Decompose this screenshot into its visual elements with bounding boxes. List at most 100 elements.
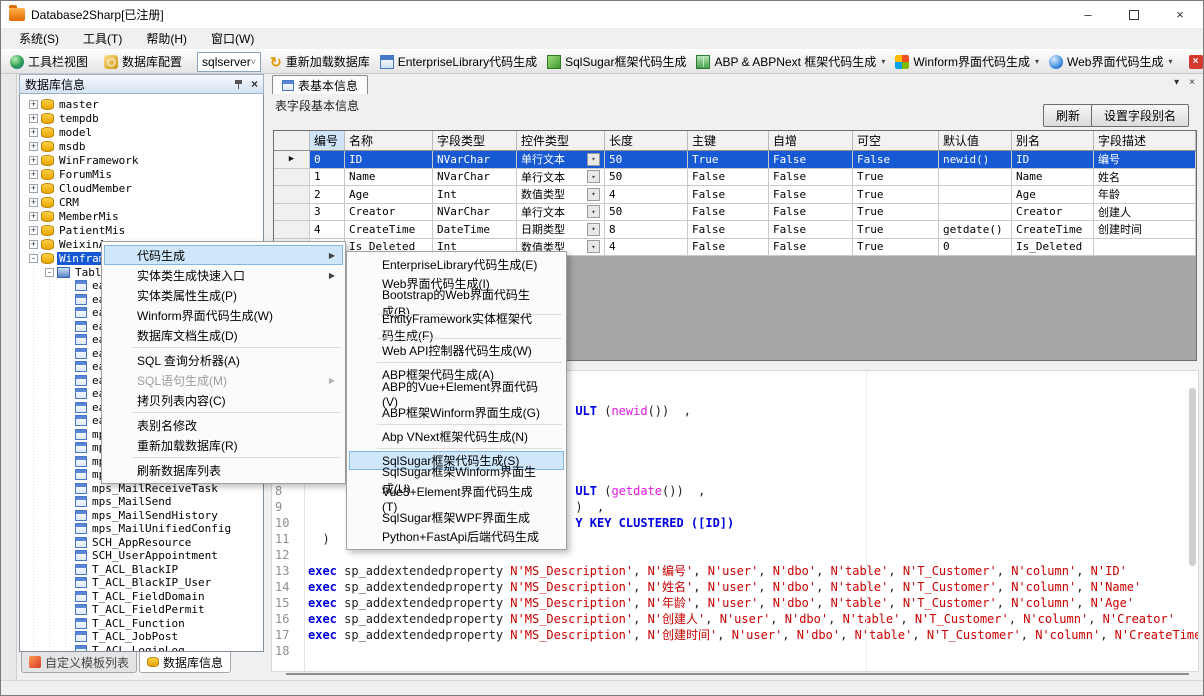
grid-header[interactable]: 自增 <box>769 131 853 150</box>
submenu-item[interactable]: EntityFramework实体框架代码生成(F) ▶ <box>349 317 564 336</box>
context-menu-item[interactable]: Winform界面代码生成(W) ▶ <box>104 305 343 325</box>
tree-expander[interactable]: + <box>29 156 38 165</box>
tree-expander[interactable]: + <box>29 184 38 193</box>
tree-item-table[interactable]: T_ACL_LoginLog <box>20 644 263 653</box>
tree-item-table[interactable]: T_ACL_FieldDomain <box>20 590 263 604</box>
db-type-select[interactable]: sqlserver ˅ <box>197 52 261 72</box>
tree-item-database[interactable]: + MemberMis <box>20 209 263 223</box>
tree-item-database[interactable]: + master <box>20 97 263 111</box>
tree-expander[interactable]: + <box>29 114 38 123</box>
tree-item-database[interactable]: + CloudMember <box>20 181 263 195</box>
grid-row[interactable]: ▶ 1 Name NVarChar 单行文本▾ 50 False False T… <box>274 169 1196 187</box>
tree-item-database[interactable]: + WinFramework <box>20 153 263 167</box>
tab-close-icon[interactable]: × <box>1189 77 1195 88</box>
grid-header[interactable]: 主键 <box>688 131 769 150</box>
tree-expander[interactable]: + <box>29 128 38 137</box>
db-config-button[interactable]: 数据库配置 <box>99 51 187 73</box>
tree-expander[interactable]: + <box>29 198 38 207</box>
submenu-item[interactable]: ▶ <box>377 424 562 425</box>
tree-item-table[interactable]: SCH_UserAppointment <box>20 549 263 563</box>
tree-item-table[interactable]: T_ACL_BlackIP <box>20 563 263 577</box>
tree-item-table[interactable]: T_ACL_JobPost <box>20 630 263 644</box>
context-menu-item[interactable]: SQL语句生成(M) ▶ <box>104 370 343 390</box>
tree-expander[interactable]: - <box>45 268 54 277</box>
grid-row[interactable]: ▶ 4 CreateTime DateTime 日期类型▾ 8 False Fa… <box>274 221 1196 239</box>
web-codegen-button[interactable]: Web界面代码生成 ▾ <box>1044 51 1177 73</box>
submenu-item[interactable]: ABP的Vue+Element界面代码(V) ▶ <box>349 384 564 403</box>
context-menu-item[interactable]: ▶ <box>132 412 341 413</box>
menu-item[interactable]: 帮助(H) <box>134 29 199 49</box>
tree-item-database[interactable]: + msdb <box>20 139 263 153</box>
menu-item[interactable]: 系统(S) <box>7 29 71 49</box>
tree-item-database[interactable]: + tempdb <box>20 111 263 125</box>
context-menu-item[interactable]: SQL 查询分析器(A) ▶ <box>104 350 343 370</box>
grid-header[interactable]: 字段类型 <box>433 131 517 150</box>
tree-item-table[interactable]: T_ACL_FieldPermit <box>20 603 263 617</box>
row-selector[interactable]: ▶ <box>274 151 310 168</box>
row-selector[interactable]: ▶ <box>274 204 310 221</box>
tab-list-dropdown-icon[interactable]: ▾ <box>1174 77 1179 88</box>
grid-header[interactable]: 控件类型 <box>517 131 605 150</box>
tab-database-info[interactable]: 数据库信息 <box>139 652 231 673</box>
submenu-item[interactable]: Abp VNext框架代码生成(N) ▶ <box>349 427 564 446</box>
context-menu-item[interactable]: 实体类生成快速入口 ▶ <box>104 265 343 285</box>
context-menu-item[interactable]: 实体类属性生成(P) ▶ <box>104 285 343 305</box>
tree-item-database[interactable]: + ForumMis <box>20 167 263 181</box>
context-menu-item[interactable]: 刷新数据库列表 ▶ <box>104 460 343 480</box>
tab-table-basic-info[interactable]: 表基本信息 <box>272 75 368 94</box>
row-selector[interactable]: ▶ <box>274 169 310 186</box>
minimize-button[interactable]: – <box>1065 1 1111 29</box>
submenu-item[interactable]: Web API控制器代码生成(W) ▶ <box>349 341 564 360</box>
tree-expander[interactable]: + <box>29 100 38 109</box>
tree-item-database[interactable]: + CRM <box>20 195 263 209</box>
tree-item-database[interactable]: + PatientMis <box>20 223 263 237</box>
maximize-button[interactable] <box>1111 1 1157 29</box>
tree-expander[interactable]: + <box>29 226 38 235</box>
grid-row[interactable]: ▶ 3 Creator NVarChar 单行文本▾ 50 False Fals… <box>274 204 1196 222</box>
winform-codegen-button[interactable]: Winform界面代码生成 ▾ <box>890 51 1044 73</box>
context-menu-item[interactable]: ▶ <box>132 347 341 348</box>
toolbar-view-button[interactable]: 工具栏视图 <box>5 51 93 73</box>
tree-item-table[interactable]: mps_MailSendHistory <box>20 509 263 523</box>
control-type-dropdown[interactable]: ▾ <box>587 223 600 236</box>
exit-button[interactable]: × 退出 <box>1184 51 1204 73</box>
submenu-item[interactable]: SqlSugar框架WPF界面生成 ▶ <box>349 508 564 527</box>
control-type-dropdown[interactable]: ▾ <box>587 240 600 253</box>
tree-item-table[interactable]: T_ACL_Function <box>20 617 263 631</box>
row-selector[interactable]: ▶ <box>274 221 310 238</box>
submenu-item[interactable]: ▶ <box>377 338 562 339</box>
context-menu-item[interactable]: 重新加载数据库(R) ▶ <box>104 435 343 455</box>
row-selector[interactable]: ▶ <box>274 186 310 203</box>
grid-row[interactable]: ▶ 0 ID NVarChar 单行文本▾ 50 True False Fals… <box>274 151 1196 169</box>
menu-item[interactable]: 窗口(W) <box>199 29 266 49</box>
submenu-item[interactable]: EnterpriseLibrary代码生成(E) ▶ <box>349 255 564 274</box>
tree-item-table[interactable]: SCH_AppResource <box>20 536 263 550</box>
grid-header[interactable]: 编号 <box>310 131 345 150</box>
tree-expander[interactable]: + <box>29 170 38 179</box>
context-menu-item[interactable]: 数据库文档生成(D) ▶ <box>104 325 343 345</box>
tree-expander[interactable]: + <box>29 240 38 249</box>
set-field-alias-button[interactable]: 设置字段别名 <box>1091 104 1189 127</box>
grid-header[interactable]: 字段描述 <box>1094 131 1196 150</box>
submenu-item[interactable]: Vue3+Element界面代码生成(T) ▶ <box>349 489 564 508</box>
tree-expander[interactable]: - <box>29 254 38 263</box>
submenu-item[interactable]: ABP框架Winform界面生成(G) ▶ <box>349 403 564 422</box>
submenu-item[interactable]: ▶ <box>377 362 562 363</box>
grid-header[interactable]: 别名 <box>1012 131 1094 150</box>
tree-item-table[interactable]: T_ACL_BlackIP_User <box>20 576 263 590</box>
tree-item-database[interactable]: + model <box>20 125 263 139</box>
context-menu-item[interactable]: 表别名修改 ▶ <box>104 415 343 435</box>
grid-header[interactable]: 名称 <box>345 131 433 150</box>
context-menu-item[interactable]: 拷贝列表内容(C) ▶ <box>104 390 343 410</box>
tree-expander[interactable]: + <box>29 142 38 151</box>
submenu-item[interactable]: Python+FastApi后端代码生成 ▶ <box>349 527 564 546</box>
reload-db-button[interactable]: ↻ 重新加载数据库 <box>265 51 375 73</box>
grid-row[interactable]: ▶ 2 Age Int 数值类型▾ 4 False False True Age… <box>274 186 1196 204</box>
abp-codegen-button[interactable]: ABP & ABPNext 框架代码生成 ▾ <box>691 51 890 73</box>
pin-icon[interactable] <box>234 79 243 90</box>
tree-item-table[interactable]: mps_MailSend <box>20 495 263 509</box>
grid-header[interactable]: 长度 <box>605 131 688 150</box>
sqlsugar-codegen-button[interactable]: SqlSugar框架代码生成 <box>542 51 691 73</box>
horizontal-scrollbar[interactable] <box>286 673 1189 675</box>
tab-custom-templates[interactable]: 自定义模板列表 <box>21 652 137 673</box>
